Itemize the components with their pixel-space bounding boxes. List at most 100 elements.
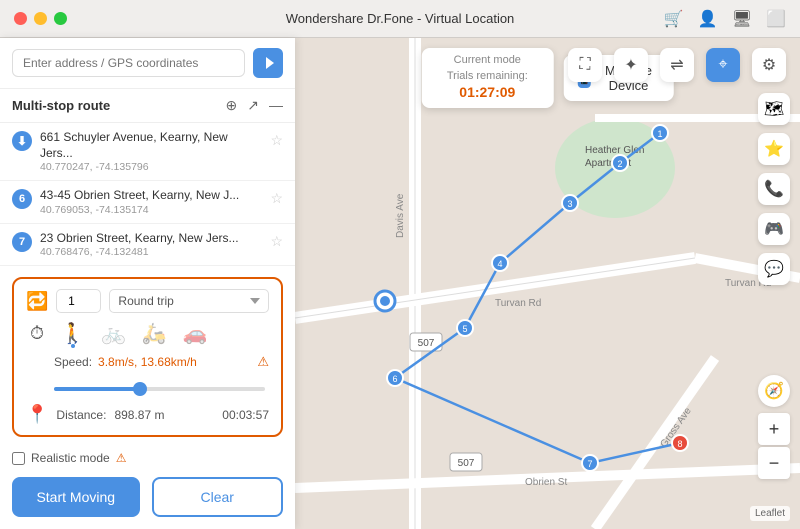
bike-option[interactable]: 🚲 [101, 321, 126, 346]
svg-text:4: 4 [497, 259, 502, 269]
route-item-text-1: 661 Schuyler Avenue, Kearny, New Jers...… [40, 130, 262, 173]
realistic-info-icon[interactable]: ⚠ [116, 451, 127, 465]
maps-icon-button[interactable]: 🗺 [758, 93, 790, 125]
mode-box: Current mode Trials remaining: 01:27:09 [421, 48, 553, 108]
maximize-button[interactable] [54, 12, 67, 25]
realistic-mode-label: Realistic mode [31, 451, 110, 465]
map-area[interactable]: Heather Glen Apartment Davis Ave Turvan … [295, 38, 800, 529]
repeat-row: 🔁 Round trip [26, 289, 269, 313]
sidebar: Multi-stop route ⊕ ↗ — ⬇ 661 Schuyler Av… [0, 38, 295, 529]
zoom-out-button[interactable]: − [758, 447, 790, 479]
car-option[interactable]: 🚗 [183, 321, 208, 346]
distance-value: 898.87 m [114, 408, 164, 422]
transport-row: ⏱ 🚶 🚲 🛵 🚗 [26, 321, 269, 346]
route-item-name-3: 23 Obrien Street, Kearny, New Jers... [40, 231, 262, 247]
monitor-icon[interactable]: 🖥 [732, 9, 752, 29]
title-bar: Wondershare Dr.Fone - Virtual Location 🛒… [0, 0, 800, 38]
distance-icon: 📍 [26, 404, 48, 425]
route-marker-3: 7 [12, 232, 32, 252]
route-marker-2: 6 [12, 189, 32, 209]
phone-icon-button[interactable]: 📞 [758, 173, 790, 205]
add-route-icon[interactable]: ⊕ [226, 97, 238, 114]
svg-text:Davis Ave: Davis Ave [395, 193, 406, 238]
route-item-coords-3: 40.768476, -74.132481 [40, 246, 262, 258]
route-item-coords-1: 40.770247, -74.135796 [40, 161, 262, 173]
scatter-tool-button[interactable]: ✦ [614, 48, 648, 82]
warning-icon[interactable]: ⚠ [257, 354, 269, 370]
speed-slider[interactable] [54, 387, 265, 391]
mode-timer: 01:27:09 [459, 84, 515, 100]
distance-row: 📍 Distance: 898.87 m 00:03:57 [26, 404, 269, 425]
route-item-text-2: 43-45 Obrien Street, Kearny, New J... 40… [40, 188, 262, 216]
settings-panel: 🔁 Round trip ⏱ 🚶 🚲 🛵 🚗 Speed: 3.8m/s, 13… [12, 277, 283, 437]
star-icon-button[interactable]: ⭐ [758, 133, 790, 165]
start-moving-button[interactable]: Start Moving [12, 477, 140, 517]
speedometer-icon: ⏱ [30, 323, 44, 344]
route-item[interactable]: ⬇ 661 Schuyler Avenue, Kearny, New Jers.… [0, 123, 295, 181]
window-title: Wondershare Dr.Fone - Virtual Location [286, 11, 515, 26]
speed-slider-container [26, 378, 269, 396]
distance-label: Distance: [56, 408, 106, 422]
route-item-coords-2: 40.769053, -74.135174 [40, 204, 262, 216]
realistic-mode-checkbox[interactable] [12, 452, 25, 465]
route-item[interactable]: 6 43-45 Obrien Street, Kearny, New J... … [0, 181, 295, 224]
star-icon-1[interactable]: ☆ [270, 132, 283, 149]
svg-text:6: 6 [392, 374, 397, 384]
map-tools-toolbar: ⛶ ✦ ⇌ ⌖ ⚙ [568, 48, 786, 82]
main-layout: Multi-stop route ⊕ ↗ — ⬇ 661 Schuyler Av… [0, 38, 800, 529]
svg-text:Turvan Rd: Turvan Rd [495, 298, 541, 309]
leaflet-label: Leaflet [755, 508, 785, 519]
cart-icon[interactable]: 🛒 [664, 9, 684, 29]
layout-icon[interactable]: ⬜ [766, 9, 786, 29]
chat-icon-button[interactable]: 💬 [758, 253, 790, 285]
user-icon[interactable]: 👤 [698, 9, 718, 29]
clear-button[interactable]: Clear [152, 477, 284, 517]
svg-text:2: 2 [617, 159, 622, 169]
svg-text:7: 7 [587, 459, 592, 469]
close-button[interactable] [14, 12, 27, 25]
search-button[interactable] [253, 48, 283, 78]
zoom-controls: 🧭 + − [758, 375, 790, 479]
trip-type-select[interactable]: Round trip [109, 289, 269, 313]
svg-text:5: 5 [462, 324, 467, 334]
route-tool-button[interactable]: ⇌ [660, 48, 694, 82]
search-bar [0, 38, 295, 89]
route-item[interactable]: 8 Turvan Road, Kearny, New Jersey O... 4… [0, 266, 295, 269]
route-item-text-3: 23 Obrien Street, Kearny, New Jers... 40… [40, 231, 262, 259]
realistic-mode-row: Realistic mode ⚠ [0, 445, 295, 469]
star-icon-3[interactable]: ☆ [270, 233, 283, 250]
map-background: Heather Glen Apartment Davis Ave Turvan … [295, 38, 800, 529]
star-icon-2[interactable]: ☆ [270, 190, 283, 207]
settings-tool-button[interactable]: ⚙ [752, 48, 786, 82]
search-input[interactable] [12, 49, 245, 77]
minimize-button[interactable] [34, 12, 47, 25]
speed-value: 3.8m/s, 13.68km/h [98, 355, 197, 369]
repeat-icon: 🔁 [26, 291, 48, 312]
title-bar-icons: 🛒 👤 🖥 ⬜ [664, 9, 786, 29]
current-mode-label: Current mode [437, 54, 537, 66]
walk-option[interactable]: 🚶 [60, 321, 85, 346]
time-value: 00:03:57 [222, 408, 269, 422]
route-header: Multi-stop route ⊕ ↗ — [0, 89, 295, 123]
route-item-name-2: 43-45 Obrien Street, Kearny, New J... [40, 188, 262, 204]
game-icon-button[interactable]: 🎮 [758, 213, 790, 245]
route-item[interactable]: 7 23 Obrien Street, Kearny, New Jers... … [0, 224, 295, 267]
map-side-icons: 🗺 ⭐ 📞 🎮 💬 [758, 93, 790, 285]
svg-text:1: 1 [657, 129, 662, 139]
import-icon[interactable]: ↗ [247, 97, 259, 114]
repeat-count-input[interactable] [56, 289, 101, 313]
speed-row: Speed: 3.8m/s, 13.68km/h ⚠ [26, 354, 269, 370]
route-marker-1: ⬇ [12, 131, 32, 151]
fullscreen-tool-button[interactable]: ⛶ [568, 48, 602, 82]
speed-label: Speed: [54, 355, 92, 369]
compass-button[interactable]: 🧭 [758, 375, 790, 407]
zoom-in-button[interactable]: + [758, 413, 790, 445]
collapse-icon[interactable]: — [269, 97, 283, 114]
route-list: ⬇ 661 Schuyler Avenue, Kearny, New Jers.… [0, 123, 295, 269]
leaflet-attribution: Leaflet [750, 506, 790, 521]
scooter-option[interactable]: 🛵 [142, 321, 167, 346]
svg-text:507: 507 [418, 338, 435, 349]
svg-text:507: 507 [458, 458, 475, 469]
path-tool-button[interactable]: ⌖ [706, 48, 740, 82]
trials-remaining-label: Trials remaining: [447, 70, 528, 82]
